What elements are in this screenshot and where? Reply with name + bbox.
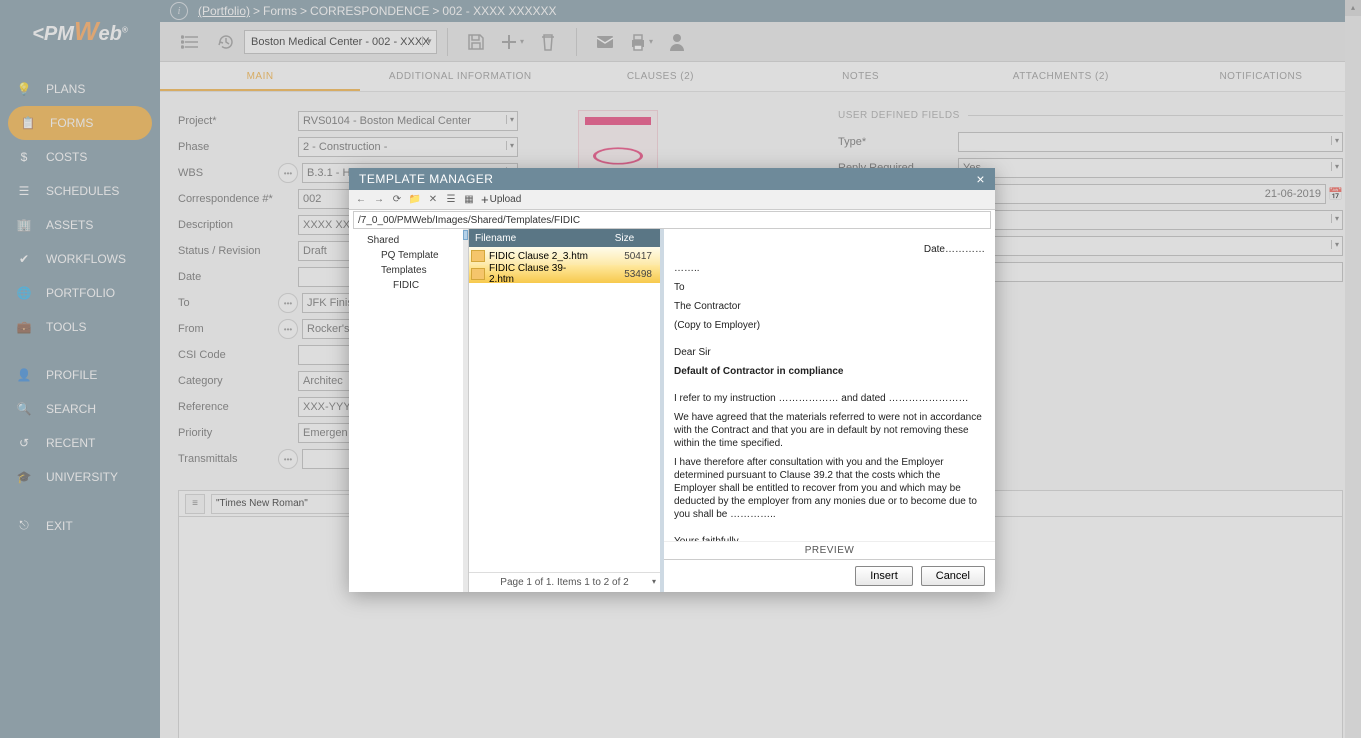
modal-titlebar: TEMPLATE MANAGER × (349, 168, 995, 190)
template-manager-modal: TEMPLATE MANAGER × ← → ⟳ 📁 ✕ ☰ ▦ +Upload… (349, 168, 995, 592)
file-list-footer: Page 1 of 1. Items 1 to 2 of 2▾ (469, 572, 660, 592)
folder-tree: Shared PQ Template Templates FIDIC (349, 229, 469, 592)
cancel-button[interactable]: Cancel (921, 566, 985, 586)
tree-node-fidic[interactable]: FIDIC (353, 278, 464, 293)
forward-icon[interactable]: → (371, 192, 387, 208)
back-icon[interactable]: ← (353, 192, 369, 208)
modal-title-text: TEMPLATE MANAGER (359, 172, 493, 186)
page-dropdown-icon[interactable]: ▾ (652, 577, 656, 586)
delete-file-icon[interactable]: ✕ (425, 192, 441, 208)
preview-body[interactable]: Date………… …….. To The Contractor (Copy to… (664, 229, 995, 541)
folder-icon[interactable]: 📁 (407, 192, 423, 208)
tree-node-templates[interactable]: Templates (353, 263, 464, 278)
file-icon (471, 250, 485, 262)
file-icon (471, 268, 485, 280)
close-icon[interactable]: × (976, 171, 985, 187)
path-field[interactable]: /7_0_00/PMWeb/Images/Shared/Templates/FI… (353, 211, 991, 229)
upload-button[interactable]: +Upload (481, 192, 521, 207)
modal-toolbar: ← → ⟳ 📁 ✕ ☰ ▦ +Upload (349, 190, 995, 210)
file-list-header: Filename Size (469, 229, 660, 247)
tree-node-pq[interactable]: PQ Template (353, 248, 464, 263)
file-row-selected[interactable]: FIDIC Clause 39-2.htm 53498 (469, 265, 660, 283)
preview-pane: Date………… …….. To The Contractor (Copy to… (664, 229, 995, 592)
modal-footer: Insert Cancel (664, 559, 995, 592)
tree-scrollbar[interactable] (463, 229, 468, 592)
grid-view-icon[interactable]: ▦ (461, 192, 477, 208)
refresh-icon[interactable]: ⟳ (389, 192, 405, 208)
insert-button[interactable]: Insert (855, 566, 913, 586)
file-list: Filename Size FIDIC Clause 2_3.htm 50417… (469, 229, 664, 592)
list-view-icon[interactable]: ☰ (443, 192, 459, 208)
preview-label: PREVIEW (664, 541, 995, 559)
tree-node-shared[interactable]: Shared (353, 233, 464, 248)
